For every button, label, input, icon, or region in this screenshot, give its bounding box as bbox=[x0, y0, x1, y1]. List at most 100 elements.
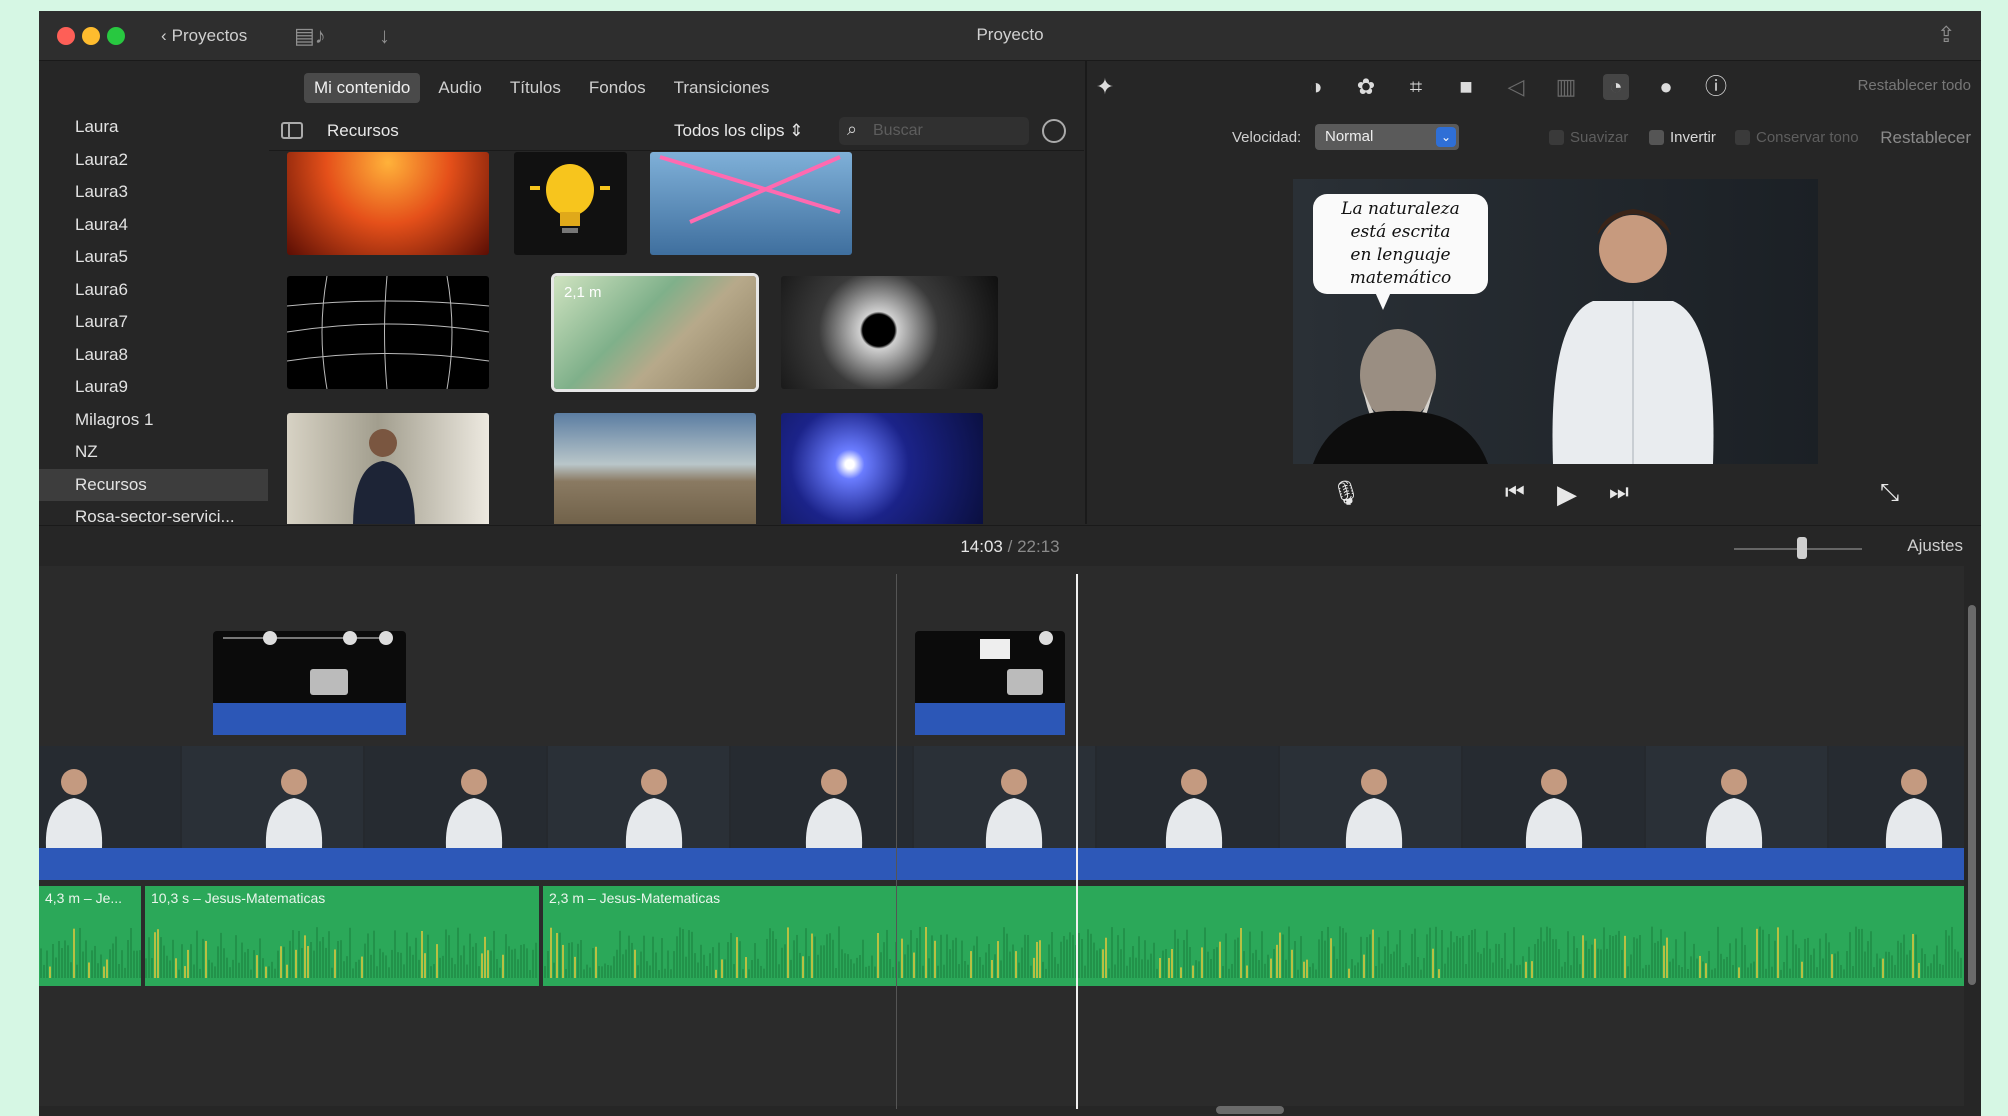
sidebar-item-recursos[interactable]: Recursos bbox=[39, 468, 268, 501]
overlay-audio-bar[interactable] bbox=[915, 703, 1065, 735]
filter-settings-icon[interactable] bbox=[1042, 119, 1066, 143]
filters-icon[interactable]: ● bbox=[1653, 74, 1679, 100]
clips-filter-label: Todos los clips bbox=[674, 121, 785, 140]
thumb-lightbulb[interactable] bbox=[514, 152, 627, 255]
vertical-scrollbar[interactable] bbox=[1968, 605, 1976, 985]
reset-speed-button[interactable]: Restablecer bbox=[1880, 128, 1971, 148]
thumb-presenter[interactable] bbox=[287, 413, 489, 524]
search-icon: ⌕ bbox=[847, 119, 858, 139]
speech-bubble-line: en lenguaje bbox=[1350, 245, 1451, 265]
volume-icon[interactable]: ◁ bbox=[1503, 74, 1529, 100]
overlay-thumbnail bbox=[980, 631, 1053, 695]
reverse-label: Invertir bbox=[1670, 129, 1716, 146]
filmstrip-frame bbox=[1463, 746, 1644, 848]
main-video-clip[interactable] bbox=[39, 746, 1964, 848]
viewer-toolbar: ✦ ◑ ✿ ⌗ ■ ◁ ▥ ◔ ● ⓘ Restablecer todo bbox=[1087, 61, 1981, 111]
time-separator: / bbox=[1007, 537, 1013, 556]
clips-filter-dropdown[interactable]: Todos los clips ⇕ bbox=[674, 121, 804, 141]
sidebar-item-laura2[interactable]: Laura2 bbox=[39, 144, 268, 177]
microphone-icon[interactable]: 🎙︎ bbox=[1331, 479, 1361, 508]
filmstrip-frame bbox=[731, 746, 912, 848]
checkbox-box bbox=[1735, 130, 1750, 145]
sidebar-item-laura6[interactable]: Laura6 bbox=[39, 274, 268, 307]
filmstrip-frame bbox=[1829, 746, 1964, 848]
tab-audio[interactable]: Audio bbox=[428, 73, 491, 103]
video-audio-bar[interactable] bbox=[39, 848, 1964, 880]
stabilization-camera-icon[interactable]: ■ bbox=[1453, 74, 1479, 100]
browser-header: Recursos Todos los clips ⇕ ⌕ bbox=[269, 111, 1084, 151]
speech-bubble-line: está escrita bbox=[1350, 222, 1451, 242]
reset-all-button[interactable]: Restablecer todo bbox=[1858, 77, 1971, 94]
sidebar-item-milagros-1[interactable]: Milagros 1 bbox=[39, 404, 268, 437]
play-icon[interactable]: ▶ bbox=[1557, 479, 1577, 510]
sidebar-item-laura8[interactable]: Laura8 bbox=[39, 339, 268, 372]
timeline[interactable]: 4,3 m – Je... 10,3 s – Jesus-Matematicas… bbox=[39, 566, 1964, 1106]
filmstrip-frame bbox=[1280, 746, 1461, 848]
title-bar: ‹ Proyectos ▤♪ ↓ Proyecto ⇪ bbox=[39, 11, 1981, 61]
thumb-sun[interactable] bbox=[287, 152, 489, 255]
total-time: 22:13 bbox=[1017, 537, 1060, 556]
overlay-clip[interactable] bbox=[213, 631, 406, 703]
overlay-clip[interactable] bbox=[915, 631, 1065, 703]
audio-waveform bbox=[40, 926, 1962, 978]
smooth-label: Suavizar bbox=[1570, 129, 1629, 146]
timeline-settings-button[interactable]: Ajustes bbox=[1907, 536, 1963, 556]
share-icon[interactable]: ⇪ bbox=[1937, 22, 1955, 48]
overlay-audio-bar[interactable] bbox=[213, 703, 406, 735]
sidebar-item-laura[interactable]: Laura bbox=[39, 111, 268, 144]
equalizer-icon[interactable]: ▥ bbox=[1553, 74, 1579, 100]
sidebar-item-laura3[interactable]: Laura3 bbox=[39, 176, 268, 209]
timecode: 14:03 / 22:13 bbox=[39, 537, 1981, 557]
filmstrip-frame bbox=[1646, 746, 1827, 848]
checkbox-box bbox=[1649, 130, 1664, 145]
speech-bubble-line: matemático bbox=[1349, 268, 1452, 288]
search-box: ⌕ bbox=[839, 117, 1029, 145]
smooth-checkbox[interactable]: Suavizar bbox=[1549, 129, 1628, 146]
media-grid: 2,1 m bbox=[269, 152, 1084, 524]
thumb-duration-label: 2,1 m bbox=[564, 284, 602, 301]
skip-forward-icon[interactable]: ⏭ bbox=[1609, 479, 1629, 505]
browser-title: Recursos bbox=[327, 121, 399, 140]
horizontal-scrollbar[interactable] bbox=[1216, 1106, 1284, 1114]
tab-transiciones[interactable]: Transiciones bbox=[664, 73, 780, 103]
speed-gauge-icon[interactable]: ◔ bbox=[1603, 74, 1629, 100]
timeline-header: 14:03 / 22:13 Ajustes bbox=[39, 525, 1981, 565]
magic-wand-icon[interactable]: ✦ bbox=[1092, 74, 1118, 100]
thumb-radio-telescope[interactable] bbox=[554, 413, 756, 524]
filmstrip-frame bbox=[548, 746, 729, 848]
checkbox-box bbox=[1549, 130, 1564, 145]
thumb-spacetime-grid[interactable] bbox=[287, 276, 489, 389]
current-time: 14:03 bbox=[960, 537, 1003, 556]
speed-value: Normal bbox=[1325, 128, 1374, 145]
thumb-selected-cartoon[interactable]: 2,1 m bbox=[551, 273, 759, 392]
sidebar-item-nz[interactable]: NZ bbox=[39, 436, 268, 469]
sidebar-item-laura5[interactable]: Laura5 bbox=[39, 241, 268, 274]
info-icon[interactable]: ⓘ bbox=[1703, 74, 1729, 100]
color-balance-icon[interactable]: ◑ bbox=[1303, 74, 1329, 100]
speech-bubble-line: La naturaleza bbox=[1341, 199, 1460, 219]
sidebar-toggle-icon[interactable] bbox=[281, 122, 303, 139]
keyframe-markers bbox=[223, 631, 393, 695]
color-palette-icon[interactable]: ✿ bbox=[1353, 74, 1379, 100]
preserve-pitch-checkbox[interactable]: Conservar tono bbox=[1735, 129, 1859, 146]
speed-dropdown[interactable]: Normal ⌄ bbox=[1315, 124, 1459, 150]
video-preview[interactable]: La naturaleza está escrita en lenguaje m… bbox=[1293, 179, 1818, 464]
zoom-slider-knob[interactable] bbox=[1797, 537, 1807, 559]
skip-back-icon[interactable]: ⏮ bbox=[1505, 479, 1525, 505]
filmstrip-frame bbox=[914, 746, 1095, 848]
thumb-galaxy[interactable] bbox=[781, 413, 983, 524]
thumb-black-hole[interactable] bbox=[781, 276, 998, 389]
sidebar-item-laura4[interactable]: Laura4 bbox=[39, 209, 268, 242]
reverse-checkbox[interactable]: Invertir bbox=[1649, 129, 1716, 146]
thumb-lasers[interactable] bbox=[650, 152, 852, 255]
search-input[interactable] bbox=[873, 120, 1018, 142]
sidebar-item-laura9[interactable]: Laura9 bbox=[39, 371, 268, 404]
tab-mi-contenido[interactable]: Mi contenido bbox=[304, 73, 421, 103]
crop-icon[interactable]: ⌗ bbox=[1403, 74, 1429, 100]
tab-titulos[interactable]: Títulos bbox=[500, 73, 571, 103]
playhead[interactable] bbox=[1076, 574, 1078, 1109]
speed-label: Velocidad: bbox=[1232, 129, 1302, 146]
tab-fondos[interactable]: Fondos bbox=[579, 73, 656, 103]
fullscreen-icon[interactable]: ⤡ bbox=[1880, 479, 1899, 507]
sidebar-item-laura7[interactable]: Laura7 bbox=[39, 306, 268, 339]
